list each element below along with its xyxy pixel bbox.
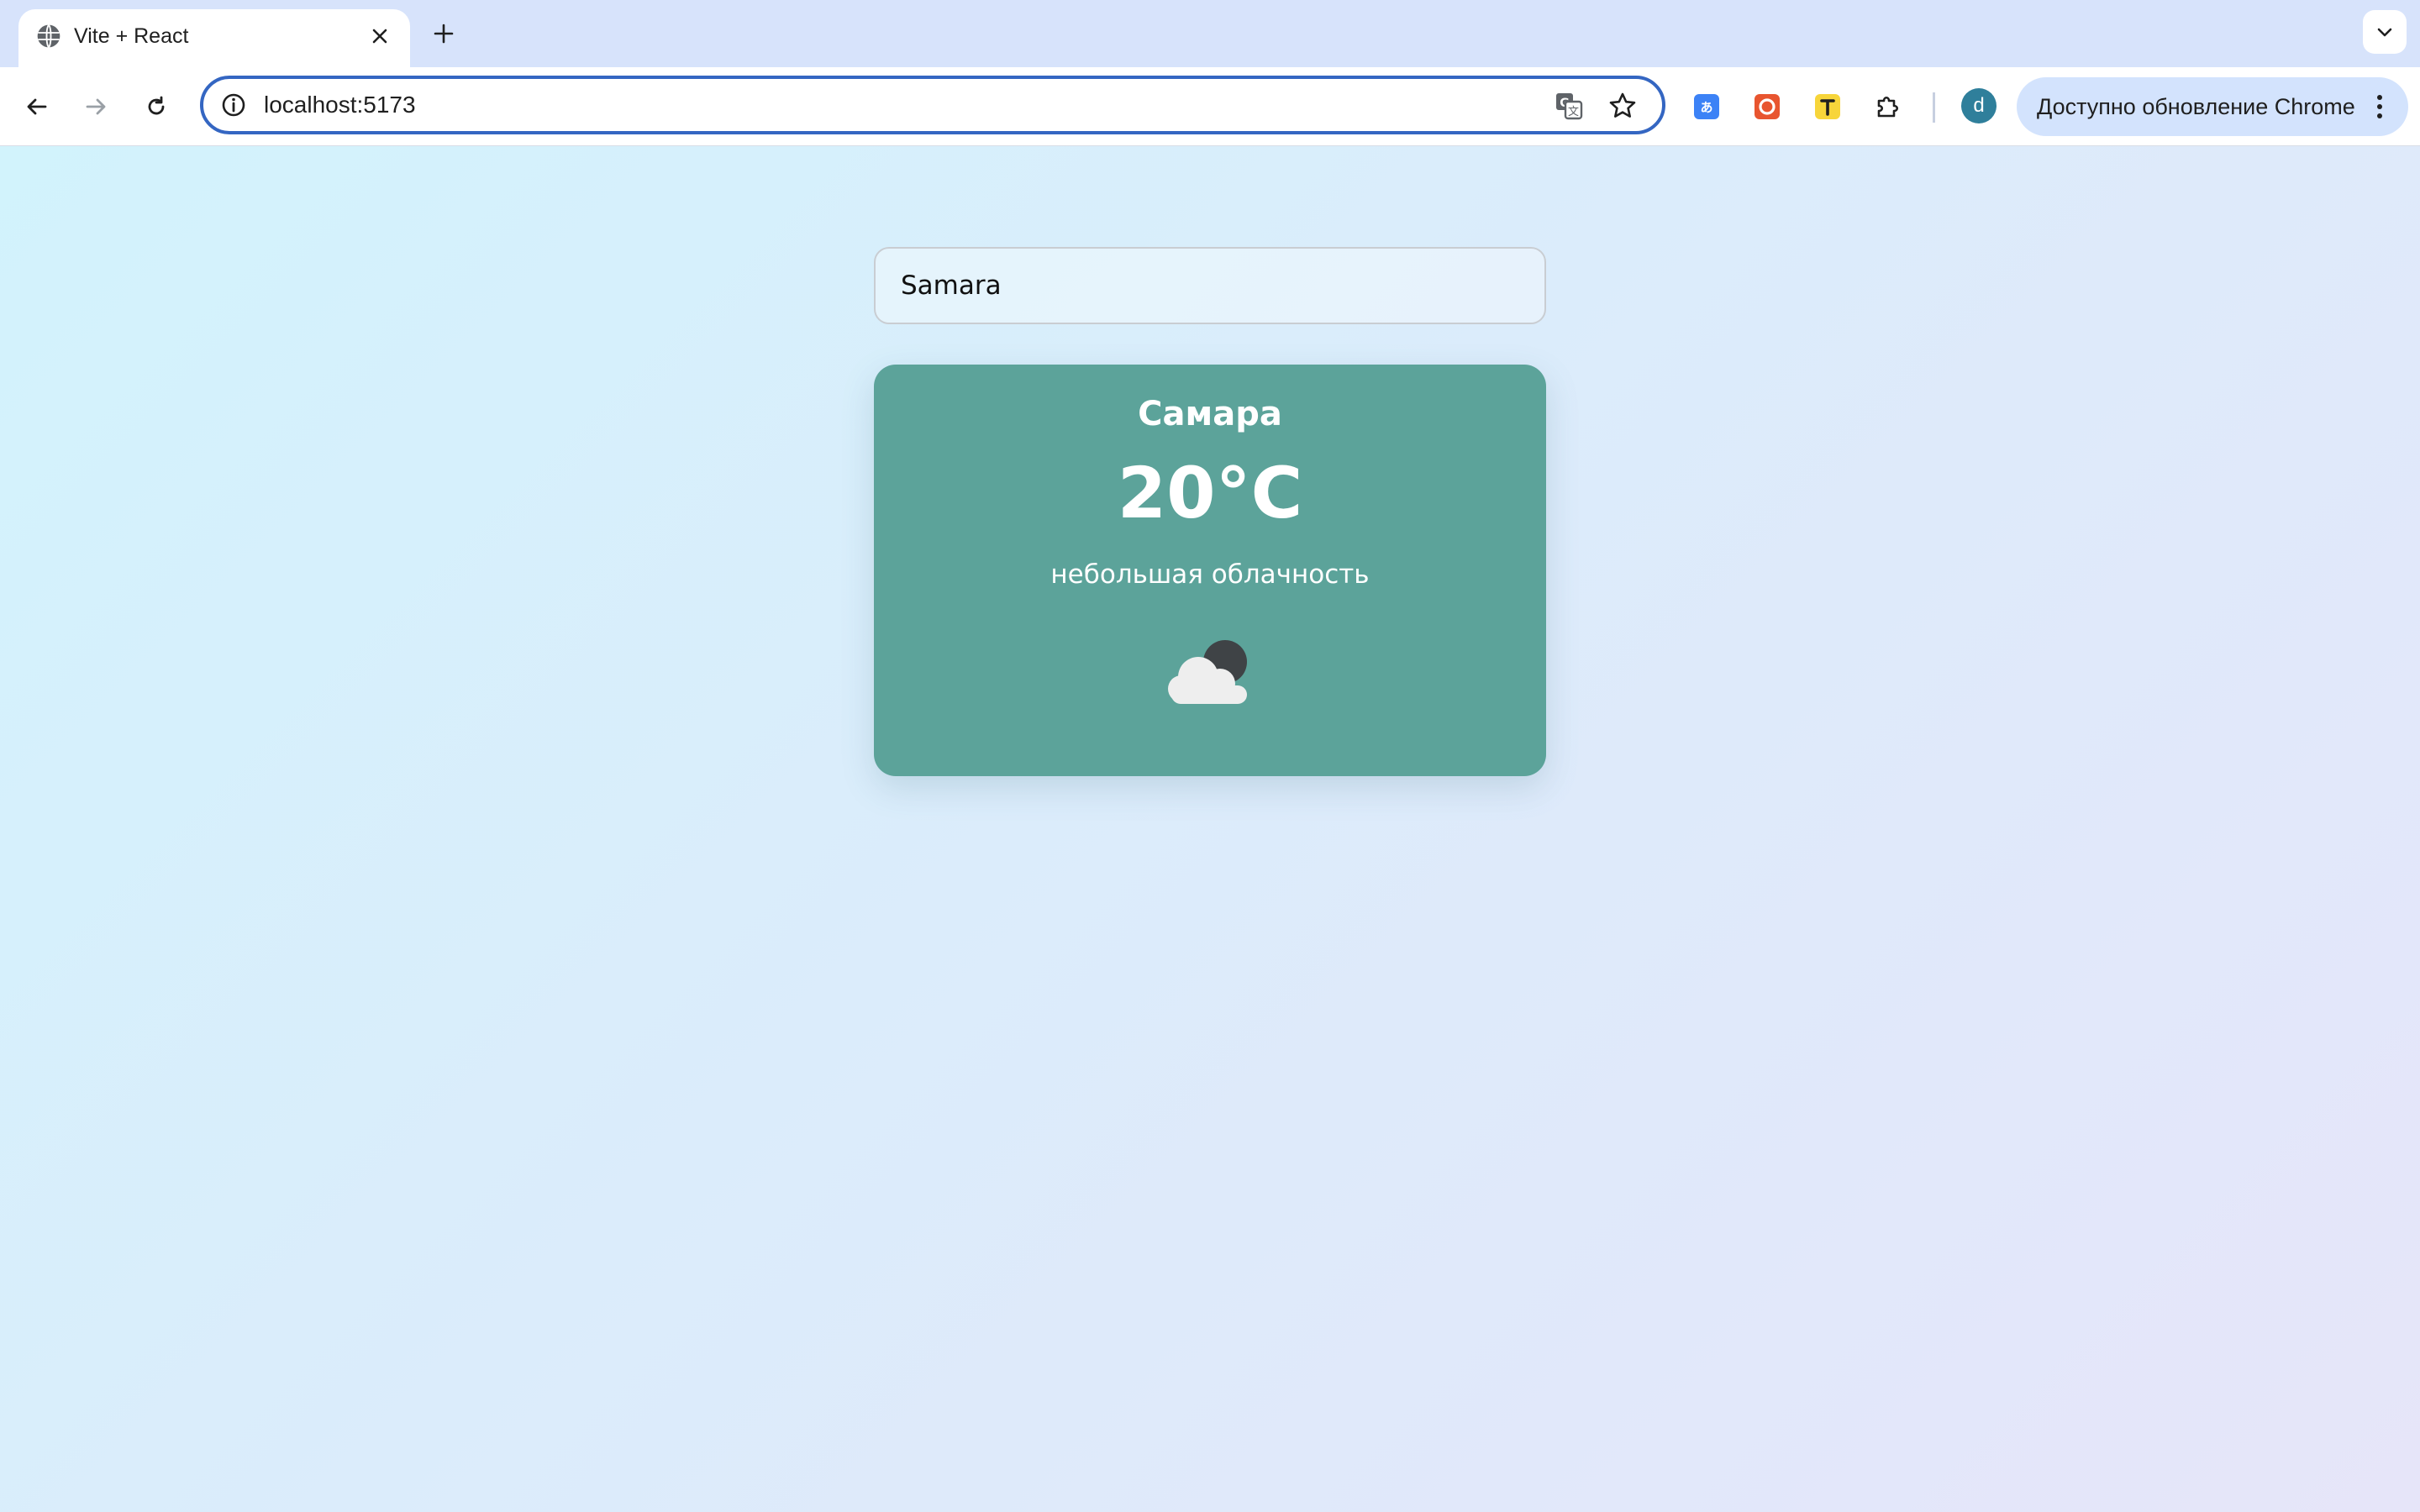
plus-icon xyxy=(434,24,454,44)
forward-button[interactable] xyxy=(74,85,118,129)
toolbar-divider xyxy=(1933,92,1935,123)
city-search-input[interactable] xyxy=(874,247,1546,324)
info-icon[interactable] xyxy=(220,92,247,118)
star-icon xyxy=(1609,92,1636,118)
arrow-left-icon xyxy=(27,98,47,115)
browser-toolbar: localhost:5173 G 文 あ xyxy=(0,67,2420,146)
puzzle-icon xyxy=(1877,96,1899,118)
translate-extension-icon: あ xyxy=(1694,94,1719,119)
page-viewport: Самара 20°C небольшая облачность xyxy=(0,146,2420,1512)
t-letter-icon xyxy=(1815,94,1840,119)
extensions-button[interactable] xyxy=(1872,91,1904,123)
cloud-night-icon xyxy=(1168,640,1247,704)
translate-icon: G 文 xyxy=(1556,93,1583,120)
new-tab-button[interactable] xyxy=(427,17,460,50)
update-label: Доступно обновление Chrome xyxy=(2037,94,2355,119)
kebab-menu-icon xyxy=(2377,95,2382,118)
close-tab-button[interactable] xyxy=(365,21,395,51)
translate-button[interactable]: G 文 xyxy=(1553,90,1585,122)
weather-description: небольшая облачность xyxy=(1050,559,1370,590)
svg-text:文: 文 xyxy=(1568,106,1579,118)
reload-button[interactable] xyxy=(134,85,178,129)
profile-avatar[interactable]: d xyxy=(1961,88,1996,123)
weather-card: Самара 20°C небольшая облачность xyxy=(874,365,1546,776)
address-url[interactable]: localhost:5173 xyxy=(264,79,416,131)
city-name: Самара xyxy=(1138,395,1282,433)
close-icon xyxy=(372,29,387,44)
globe-icon xyxy=(37,24,60,48)
address-bar[interactable]: localhost:5173 G 文 xyxy=(200,76,1665,134)
bookmark-button[interactable] xyxy=(1607,90,1639,122)
tab-search-button[interactable] xyxy=(2363,10,2407,54)
reload-icon xyxy=(148,96,165,115)
tab-title: Vite + React xyxy=(74,24,189,48)
chrome-update-button[interactable]: Доступно обновление Chrome xyxy=(2017,77,2408,136)
extension-translate-button[interactable]: あ xyxy=(1691,91,1723,123)
record-icon xyxy=(1754,94,1780,119)
svg-text:あ: あ xyxy=(1700,100,1712,115)
back-button[interactable] xyxy=(15,85,59,129)
browser-tab[interactable]: Vite + React xyxy=(18,9,410,67)
tab-strip: Vite + React xyxy=(0,0,2420,67)
extension-t-button[interactable] xyxy=(1812,91,1844,123)
menu-button[interactable] xyxy=(2365,92,2395,122)
arrow-right-icon xyxy=(86,98,106,115)
chevron-down-icon xyxy=(2377,28,2392,37)
extension-record-button[interactable] xyxy=(1751,91,1783,123)
temperature: 20°C xyxy=(1117,452,1303,534)
